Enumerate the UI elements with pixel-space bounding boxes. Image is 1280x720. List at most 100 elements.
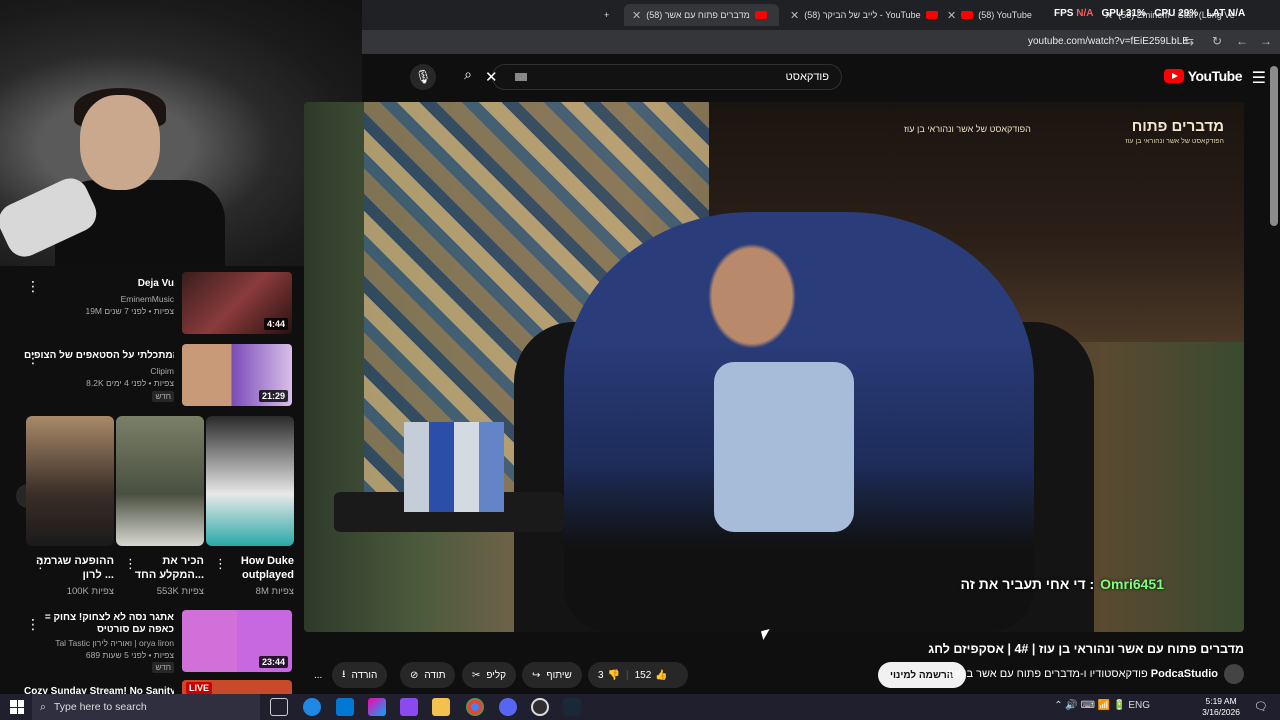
short-thumbnail[interactable] [206,416,294,546]
banner-subtitle: הפודקאסט של אשר ונהוראי בן עוז [1125,138,1224,145]
more-vert-icon[interactable]: ⋮ [34,556,47,572]
search-box[interactable]: ✕ פודקאסט [485,64,842,90]
chat-overlay: די אחי תעביר את זה : Omri6451 [961,576,1164,592]
short-views: 100K צפיות [66,586,114,597]
thanks-button[interactable]: ⊘ תודה [400,662,456,688]
live-badge: LIVE [186,682,213,694]
task-view-icon[interactable] [270,698,288,716]
rec-title: אתגר נסה לא לצחוק! צחוק = כאפה עם סורטיס [44,612,174,635]
youtube-icon [961,11,974,19]
search-placeholder: Type here to search [53,701,147,713]
browser-tab-bar: + ✕ (58) מדברים פתוח עם אשר ✕ (58) לייב … [362,0,1280,30]
banner-title: מדברים פתוח [1131,118,1224,135]
thumbs-down-icon: 👎 [607,669,621,681]
video-title: מדברים פתוח עם אשר ונהוראי בן עוז | 4# |… [928,642,1244,656]
taskbar-clock[interactable]: 5:19 AM 3/16/2026 [1202,696,1240,718]
recommendations-sidebar: ⋮ Deja Vu EminemMusic 19M צפיות • לפני 7… [0,266,304,694]
obs-icon[interactable] [531,698,549,716]
copilot-icon[interactable] [368,698,386,716]
clock-date: 3/16/2026 [1202,707,1240,717]
youtube-play-icon [1163,69,1184,83]
rec-meta: 19M צפיות • לפני 7 שנים [85,306,174,316]
list-item[interactable]: ⋮ Cozy Sunday Stream! No Sanity, LIVE [0,678,300,694]
video-thumbnail[interactable]: 21:29 [182,344,292,406]
search-button[interactable]: ⌕ [457,66,479,88]
short-thumbnail[interactable] [26,416,114,546]
clip-button[interactable]: ✂ קליפ [462,662,517,688]
tune-icon[interactable]: ⇆ [1184,34,1194,48]
more-vert-icon[interactable]: ⋮ [214,556,227,572]
webcam-person-face [80,95,160,190]
more-vert-icon[interactable]: ⋮ [124,556,137,572]
tab-label: (58) מדברים פתוח עם אשר [646,10,750,20]
back-icon[interactable]: ← [1236,34,1248,48]
hamburger-menu-icon[interactable]: ☰ [1252,68,1266,88]
performance-hud: FPS N/A GPU 31% CPU 29% LAT N/A [1054,8,1246,19]
search-icon: ⌕ [464,66,472,82]
tab-active[interactable]: ✕ (58) מדברים פתוח עם אשר [624,4,779,26]
file-explorer-icon[interactable] [432,698,450,716]
close-icon[interactable]: ✕ [632,9,641,22]
share-button[interactable]: ↪ שיתוף [522,662,582,688]
tab-label: (58) YouTube [978,10,1032,20]
video-thumbnail[interactable]: LIVE [182,680,292,694]
tab-youtube[interactable]: ✕ (58) YouTube [947,4,1032,26]
scrollbar-thumb[interactable] [1270,66,1278,226]
clock-time: 5:19 AM [1205,696,1237,706]
rec-channel: EminemMusic [120,294,174,304]
list-item[interactable]: ⋮ המתכלתי על הסטאפים של הצופים... Clipim… [0,342,300,410]
voice-search-button[interactable]: 🎙 [410,64,436,90]
edge-icon[interactable] [303,698,321,716]
windows-start-icon[interactable] [10,700,24,714]
list-item[interactable]: ⋮ Deja Vu EminemMusic 19M צפיות • לפני 7… [0,270,300,338]
close-icon[interactable]: ✕ [947,9,956,22]
steam-icon[interactable] [563,698,581,716]
thanks-icon: ⊘ [410,669,419,681]
taskbar-search[interactable]: ⌕ Type here to search [32,694,260,720]
clear-search-icon[interactable]: ✕ [485,68,498,86]
chrome-icon[interactable] [466,698,484,716]
avatar[interactable] [1224,664,1244,684]
rec-channel: Tal Tastic ואוריה לירון | orya liron [55,638,174,648]
video-player[interactable]: מדברים פתוח הפודקאסט של אשר ונהוראי בן ע… [304,102,1244,632]
app-icon[interactable] [400,698,418,716]
youtube-icon [754,11,767,19]
short-title[interactable]: ההופעה שגרמה לרון ... [36,554,114,582]
discord-icon[interactable] [499,698,517,716]
notifications-icon[interactable]: 🗨 [1254,700,1268,713]
youtube-icon [925,11,938,19]
youtube-logo[interactable]: YouTube [1163,68,1243,84]
mic-icon: 🎙 [414,69,432,84]
new-badge: חדש [152,662,174,673]
store-icon[interactable] [336,698,354,716]
new-badge: חדש [152,391,174,402]
url-field[interactable]: youtube.com/watch?v=fEiE259LbLE [1028,36,1189,47]
short-thumbnail[interactable] [116,416,204,546]
short-title[interactable]: הכיר את המקלע החד... [126,554,204,582]
dislike-button[interactable]: 3 👎 [598,670,620,681]
address-bar: youtube.com/watch?v=fEiE259LbLE ⇆ ↻ ← → [362,30,1280,54]
new-tab-button[interactable]: + [604,4,609,26]
channel-desc: - פודקאסטודיו ו-מדברים פתוח עם אשר בן עו… [940,668,1148,680]
list-item[interactable]: ⋮ אתגר נסה לא לצחוק! צחוק = כאפה עם סורט… [0,608,300,674]
video-thumbnail[interactable]: 4:44 [182,272,292,334]
channel-info[interactable]: - פודקאסטודיו ו-מדברים פתוח עם אשר בן עו… [941,668,1218,680]
search-input[interactable]: פודקאסט [786,71,829,83]
rec-title: Cozy Sunday Stream! No Sanity, [24,686,174,694]
reload-icon[interactable]: ↻ [1212,34,1222,48]
forward-icon[interactable]: → [1260,34,1272,48]
download-button[interactable]: ⭳ הורדה [332,662,388,688]
scissors-icon: ✂ [472,669,481,681]
like-button[interactable]: 152 👍 [635,670,668,681]
tab-live[interactable]: ✕ (58) לייב של הביקר - YouTube [790,4,938,26]
rec-meta: 689 צפיות • לפני 5 שעות [85,650,174,660]
language-indicator[interactable]: ENG [1128,700,1150,711]
tab-label: (58) לייב של הביקר - YouTube [804,10,921,20]
video-thumbnail[interactable]: 23:44 [182,610,292,672]
more-actions-button[interactable]: ... [304,662,332,688]
short-title[interactable]: How Duke outplayed [216,554,294,582]
close-icon[interactable]: ✕ [790,9,799,22]
short-views: 553K צפיות [156,586,204,597]
system-tray[interactable]: ⌃ 🔊 ⌨ 📶 🔋 ENG [1054,700,1150,711]
divider: | [626,669,629,681]
